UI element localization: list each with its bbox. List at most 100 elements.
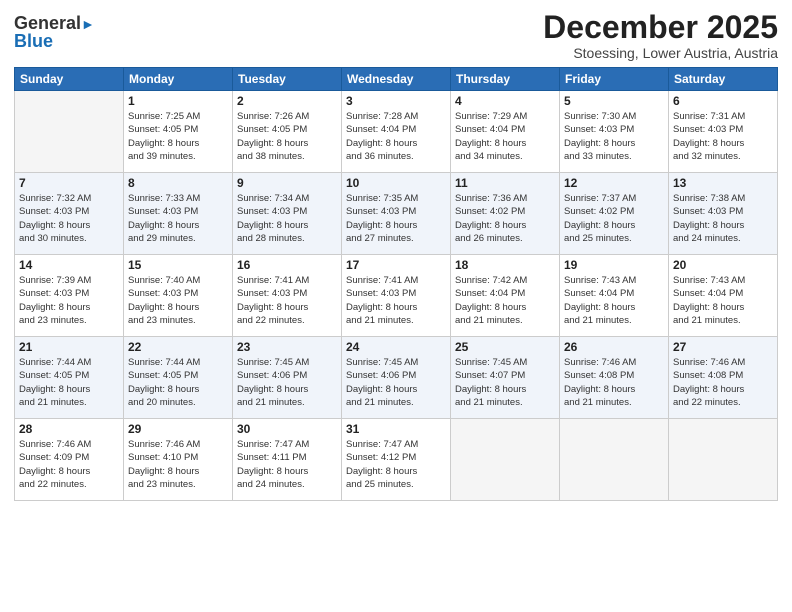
day-info: Sunrise: 7:38 AM Sunset: 4:03 PM Dayligh… [673,192,773,245]
calendar-cell: 24 Sunrise: 7:45 AM Sunset: 4:06 PM Dayli… [342,337,451,419]
day-info: Sunrise: 7:44 AM Sunset: 4:05 PM Dayligh… [128,356,228,409]
calendar-cell: 4 Sunrise: 7:29 AM Sunset: 4:04 PM Daylig… [451,91,560,173]
calendar-cell: 31 Sunrise: 7:47 AM Sunset: 4:12 PM Dayli… [342,419,451,501]
calendar-cell: 10Sunrise: 7:35 AM Sunset: 4:03 PM Dayli… [342,173,451,255]
weekday-header: Friday [560,68,669,91]
day-number: 16 [237,258,337,272]
day-info: Sunrise: 7:31 AM Sunset: 4:03 PM Dayligh… [673,110,773,163]
weekday-header: Tuesday [233,68,342,91]
calendar-cell: 20 Sunrise: 7:43 AM Sunset: 4:04 PM Dayli… [669,255,778,337]
day-number: 25 [455,340,555,354]
day-number: 17 [346,258,446,272]
weekday-header: Thursday [451,68,560,91]
calendar-cell: 1 Sunrise: 7:25 AM Sunset: 4:05 PM Daylig… [124,91,233,173]
calendar-cell: 30Sunrise: 7:47 AM Sunset: 4:11 PM Dayli… [233,419,342,501]
calendar-cell: 14 Sunrise: 7:39 AM Sunset: 4:03 PM Dayli… [15,255,124,337]
calendar-week-row: 1 Sunrise: 7:25 AM Sunset: 4:05 PM Daylig… [15,91,778,173]
day-info: Sunrise: 7:46 AM Sunset: 4:08 PM Dayligh… [564,356,664,409]
day-number: 5 [564,94,664,108]
calendar-cell: 13 Sunrise: 7:38 AM Sunset: 4:03 PM Dayli… [669,173,778,255]
calendar-cell: 9 Sunrise: 7:34 AM Sunset: 4:03 PM Daylig… [233,173,342,255]
day-info: Sunrise: 7:29 AM Sunset: 4:04 PM Dayligh… [455,110,555,163]
day-info: Sunrise: 7:44 AM Sunset: 4:05 PM Dayligh… [19,356,119,409]
day-number: 14 [19,258,119,272]
calendar-cell: 12Sunrise: 7:37 AM Sunset: 4:02 PM Dayli… [560,173,669,255]
day-info: Sunrise: 7:46 AM Sunset: 4:10 PM Dayligh… [128,438,228,491]
day-number: 18 [455,258,555,272]
calendar-cell [669,419,778,501]
day-number: 7 [19,176,119,190]
calendar-cell: 11Sunrise: 7:36 AM Sunset: 4:02 PM Dayli… [451,173,560,255]
calendar-cell: 25 Sunrise: 7:45 AM Sunset: 4:07 PM Dayli… [451,337,560,419]
weekday-header: Monday [124,68,233,91]
logo-general: General [14,13,81,33]
day-info: Sunrise: 7:28 AM Sunset: 4:04 PM Dayligh… [346,110,446,163]
day-info: Sunrise: 7:43 AM Sunset: 4:04 PM Dayligh… [564,274,664,327]
day-info: Sunrise: 7:45 AM Sunset: 4:06 PM Dayligh… [237,356,337,409]
calendar-cell: 28 Sunrise: 7:46 AM Sunset: 4:09 PM Dayli… [15,419,124,501]
day-number: 20 [673,258,773,272]
calendar-week-row: 21 Sunrise: 7:44 AM Sunset: 4:05 PM Dayli… [15,337,778,419]
day-info: Sunrise: 7:41 AM Sunset: 4:03 PM Dayligh… [237,274,337,327]
day-info: Sunrise: 7:26 AM Sunset: 4:05 PM Dayligh… [237,110,337,163]
title-block: December 2025 Stoessing, Lower Austria, … [543,10,778,61]
day-info: Sunrise: 7:37 AM Sunset: 4:02 PM Dayligh… [564,192,664,245]
calendar-cell: 16 Sunrise: 7:41 AM Sunset: 4:03 PM Dayli… [233,255,342,337]
day-number: 19 [564,258,664,272]
day-number: 9 [237,176,337,190]
calendar-cell: 23Sunrise: 7:45 AM Sunset: 4:06 PM Dayli… [233,337,342,419]
day-info: Sunrise: 7:46 AM Sunset: 4:09 PM Dayligh… [19,438,119,491]
day-info: Sunrise: 7:32 AM Sunset: 4:03 PM Dayligh… [19,192,119,245]
calendar-week-row: 7 Sunrise: 7:32 AM Sunset: 4:03 PM Daylig… [15,173,778,255]
day-number: 13 [673,176,773,190]
day-number: 6 [673,94,773,108]
calendar-cell: 7 Sunrise: 7:32 AM Sunset: 4:03 PM Daylig… [15,173,124,255]
calendar-page: General► Blue December 2025 Stoessing, L… [0,0,792,612]
header: General► Blue December 2025 Stoessing, L… [14,10,778,61]
weekday-header: Saturday [669,68,778,91]
day-number: 1 [128,94,228,108]
day-info: Sunrise: 7:46 AM Sunset: 4:08 PM Dayligh… [673,356,773,409]
calendar-cell [560,419,669,501]
day-number: 4 [455,94,555,108]
calendar-header-row: SundayMondayTuesdayWednesdayThursdayFrid… [15,68,778,91]
calendar-cell [451,419,560,501]
calendar-cell: 21 Sunrise: 7:44 AM Sunset: 4:05 PM Dayli… [15,337,124,419]
day-info: Sunrise: 7:25 AM Sunset: 4:05 PM Dayligh… [128,110,228,163]
day-number: 3 [346,94,446,108]
calendar-cell: 26Sunrise: 7:46 AM Sunset: 4:08 PM Dayli… [560,337,669,419]
day-info: Sunrise: 7:45 AM Sunset: 4:07 PM Dayligh… [455,356,555,409]
day-number: 8 [128,176,228,190]
day-info: Sunrise: 7:39 AM Sunset: 4:03 PM Dayligh… [19,274,119,327]
calendar-cell: 22 Sunrise: 7:44 AM Sunset: 4:05 PM Dayli… [124,337,233,419]
day-number: 28 [19,422,119,436]
day-info: Sunrise: 7:43 AM Sunset: 4:04 PM Dayligh… [673,274,773,327]
day-info: Sunrise: 7:42 AM Sunset: 4:04 PM Dayligh… [455,274,555,327]
day-info: Sunrise: 7:34 AM Sunset: 4:03 PM Dayligh… [237,192,337,245]
calendar-cell: 27 Sunrise: 7:46 AM Sunset: 4:08 PM Dayli… [669,337,778,419]
day-number: 29 [128,422,228,436]
day-info: Sunrise: 7:40 AM Sunset: 4:03 PM Dayligh… [128,274,228,327]
day-number: 22 [128,340,228,354]
calendar-week-row: 14 Sunrise: 7:39 AM Sunset: 4:03 PM Dayli… [15,255,778,337]
day-info: Sunrise: 7:47 AM Sunset: 4:12 PM Dayligh… [346,438,446,491]
day-number: 27 [673,340,773,354]
calendar-cell: 18 Sunrise: 7:42 AM Sunset: 4:04 PM Dayli… [451,255,560,337]
calendar-cell: 17Sunrise: 7:41 AM Sunset: 4:03 PM Dayli… [342,255,451,337]
calendar-cell: 29 Sunrise: 7:46 AM Sunset: 4:10 PM Dayli… [124,419,233,501]
day-number: 21 [19,340,119,354]
day-number: 30 [237,422,337,436]
calendar-cell: 5 Sunrise: 7:30 AM Sunset: 4:03 PM Daylig… [560,91,669,173]
day-number: 31 [346,422,446,436]
calendar-cell [15,91,124,173]
day-info: Sunrise: 7:30 AM Sunset: 4:03 PM Dayligh… [564,110,664,163]
day-number: 15 [128,258,228,272]
day-number: 24 [346,340,446,354]
calendar-cell: 3 Sunrise: 7:28 AM Sunset: 4:04 PM Daylig… [342,91,451,173]
day-info: Sunrise: 7:45 AM Sunset: 4:06 PM Dayligh… [346,356,446,409]
weekday-header: Wednesday [342,68,451,91]
calendar-week-row: 28 Sunrise: 7:46 AM Sunset: 4:09 PM Dayli… [15,419,778,501]
day-number: 2 [237,94,337,108]
calendar-cell: 2 Sunrise: 7:26 AM Sunset: 4:05 PM Daylig… [233,91,342,173]
logo: General► Blue [14,14,95,50]
